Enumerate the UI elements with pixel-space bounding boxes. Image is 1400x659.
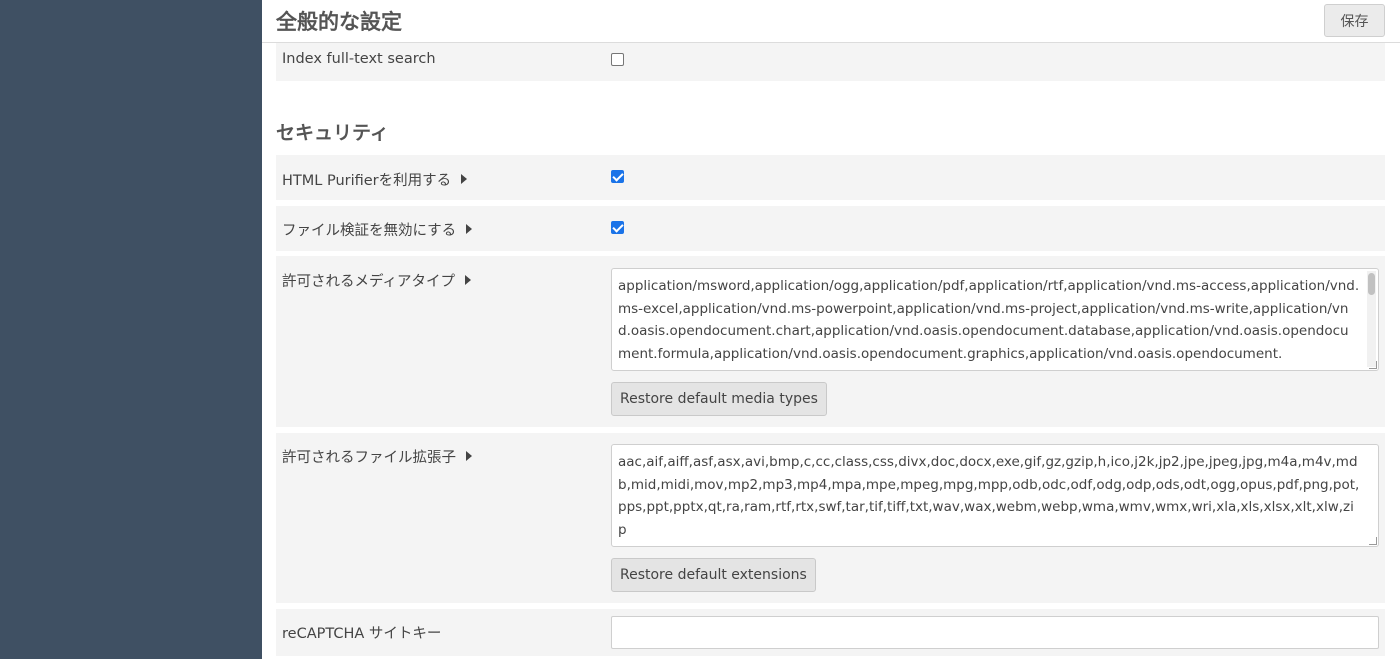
file-extensions-value: aac,aif,aiff,asf,asx,avi,bmp,c,cc,class,… <box>618 454 1360 538</box>
html-purifier-checkbox[interactable] <box>611 170 624 183</box>
recaptcha-site-key-input[interactable] <box>611 616 1379 649</box>
caret-right-icon[interactable] <box>464 275 471 285</box>
save-button[interactable]: 保存 <box>1324 4 1385 37</box>
setting-row-html-purifier: HTML Purifierを利用する <box>276 155 1385 200</box>
file-extensions-label[interactable]: 許可されるファイル拡張子 <box>282 446 472 467</box>
media-types-label[interactable]: 許可されるメディアタイプ <box>282 270 471 291</box>
caret-right-icon[interactable] <box>461 174 468 184</box>
restore-extensions-button[interactable]: Restore default extensions <box>611 558 816 592</box>
media-types-label-text: 許可されるメディアタイプ <box>282 274 455 290</box>
main-content: 全般的な設定 保存 Index full-text search セキュリティ … <box>262 0 1400 659</box>
resize-handle-icon[interactable] <box>1369 537 1377 545</box>
index-search-label: Index full-text search <box>282 51 436 67</box>
restore-media-types-button[interactable]: Restore default media types <box>611 382 827 416</box>
file-extensions-label-text: 許可されるファイル拡張子 <box>282 450 456 466</box>
scrollbar-thumb[interactable] <box>1368 273 1375 295</box>
media-types-textarea[interactable]: application/msword,application/ogg,appli… <box>611 268 1379 371</box>
disable-file-validation-checkbox[interactable] <box>611 221 624 234</box>
media-types-value: application/msword,application/ogg,appli… <box>618 278 1360 362</box>
setting-row-disable-file-validation: ファイル検証を無効にする <box>276 206 1385 251</box>
html-purifier-label[interactable]: HTML Purifierを利用する <box>282 169 468 190</box>
disable-file-validation-label-text: ファイル検証を無効にする <box>282 223 457 239</box>
html-purifier-label-text: HTML Purifierを利用する <box>282 173 452 189</box>
textarea-scrollbar[interactable] <box>1367 271 1376 367</box>
recaptcha-site-key-label: reCAPTCHA サイトキー <box>282 626 442 642</box>
resize-handle-icon[interactable] <box>1369 361 1377 369</box>
index-search-checkbox[interactable] <box>611 53 624 66</box>
setting-row-file-extensions: 許可されるファイル拡張子 aac,aif,aiff,asf,asx,avi,bm… <box>276 433 1385 603</box>
page-header: 全般的な設定 保存 <box>262 0 1400 43</box>
page-title: 全般的な設定 <box>276 10 402 34</box>
section-heading-security: セキュリティ <box>276 122 389 144</box>
setting-row-media-types: 許可されるメディアタイプ application/msword,applicat… <box>276 256 1385 427</box>
sidebar <box>0 0 262 659</box>
file-extensions-textarea[interactable]: aac,aif,aiff,asf,asx,avi,bmp,c,cc,class,… <box>611 444 1379 547</box>
caret-right-icon[interactable] <box>466 451 472 461</box>
disable-file-validation-label[interactable]: ファイル検証を無効にする <box>282 219 473 240</box>
setting-row-index-search: Index full-text search <box>276 43 1385 81</box>
caret-right-icon[interactable] <box>466 224 473 234</box>
setting-row-recaptcha-site-key: reCAPTCHA サイトキー <box>276 609 1385 656</box>
